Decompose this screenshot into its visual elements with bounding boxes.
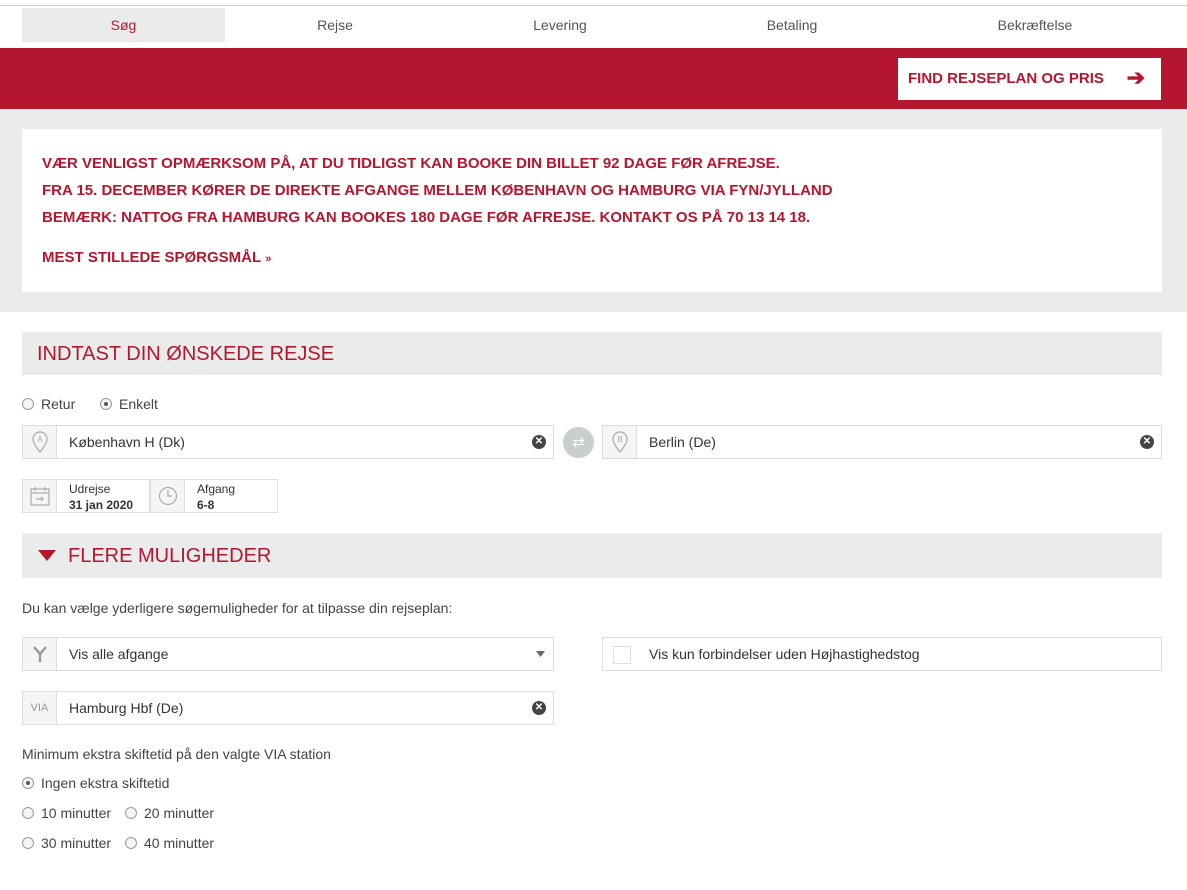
transfer-option-label: 40 minutter: [144, 835, 215, 851]
find-journey-label: FIND REJSEPLAN OG PRIS: [908, 70, 1104, 87]
progress-steps: Søg Rejse Levering Betaling Bekræftelse: [0, 6, 1187, 42]
radio-return[interactable]: [22, 398, 34, 410]
action-bar: FIND REJSEPLAN OG PRIS ➔: [0, 48, 1187, 109]
calendar-icon: [23, 480, 57, 512]
caret-down-icon: [38, 550, 56, 561]
notice-line: VÆR VENLIGST OPMÆRKSOM PÅ, AT DU TIDLIGS…: [42, 155, 780, 172]
transfer-option-label: 30 minutter: [41, 835, 112, 851]
step-confirmation[interactable]: Bekræftelse: [935, 8, 1135, 42]
radio-transfer-20[interactable]: [125, 807, 137, 819]
pin-a-letter: A: [37, 435, 43, 444]
faq-link[interactable]: MEST STILLEDE SPØRGSMÅL»: [42, 249, 271, 266]
swap-icon[interactable]: ⇄: [563, 427, 594, 458]
more-options-header[interactable]: FLERE MULIGHEDER: [22, 533, 1162, 578]
chevron-down-icon: [536, 651, 545, 657]
chevron-double-down-icon: »: [265, 253, 272, 265]
trip-type-return[interactable]: Retur: [22, 396, 75, 412]
no-highspeed-option[interactable]: Vis kun forbindelser uden Højhastighedst…: [602, 637, 1162, 671]
transfer-option-label: 20 minutter: [144, 805, 215, 821]
radio-transfer-none[interactable]: [22, 777, 34, 789]
transfer-title: Minimum ekstra skiftetid på den valgte V…: [22, 746, 331, 762]
route-icon: [23, 638, 57, 670]
step-journey[interactable]: Rejse: [235, 8, 435, 42]
pin-b-letter: B: [617, 435, 622, 444]
clear-icon[interactable]: ✕: [532, 701, 546, 715]
radio-single-label: Enkelt: [119, 396, 158, 412]
arrow-right-icon: ➔: [1126, 65, 1145, 90]
step-search[interactable]: Søg: [22, 8, 225, 42]
radio-transfer-40[interactable]: [125, 837, 137, 849]
date-value: 31 jan 2020: [69, 498, 134, 512]
transfer-option[interactable]: 10 minutter: [22, 805, 111, 821]
departures-select[interactable]: Vis alle afgange: [22, 637, 554, 671]
via-label: VIA: [23, 692, 57, 724]
transfer-option[interactable]: 30 minutter: [22, 835, 111, 851]
radio-transfer-10[interactable]: [22, 807, 34, 819]
journey-section-title: INDTAST DIN ØNSKEDE REJSE: [37, 343, 335, 365]
radio-single[interactable]: [100, 398, 112, 410]
more-options-title: FLERE MULIGHEDER: [68, 545, 272, 567]
from-station-value: København H (Dk): [69, 434, 185, 450]
from-station-field[interactable]: A København H (Dk) ✕: [22, 425, 554, 459]
radio-transfer-30[interactable]: [22, 837, 34, 849]
no-highspeed-checkbox[interactable]: [613, 646, 631, 664]
date-label: Udrejse: [69, 482, 111, 496]
via-station-field[interactable]: VIA Hamburg Hbf (De) ✕: [22, 691, 554, 725]
notice-line: FRA 15. DECEMBER KØRER DE DIREKTE AFGANG…: [42, 182, 833, 199]
trip-type-single[interactable]: Enkelt: [100, 396, 158, 412]
via-station-value: Hamburg Hbf (De): [69, 700, 184, 716]
transfer-option-label: 10 minutter: [41, 805, 112, 821]
transfer-option[interactable]: Ingen ekstra skiftetid: [22, 775, 169, 791]
no-highspeed-label: Vis kun forbindelser uden Højhastighedst…: [649, 646, 920, 662]
transfer-option-label: Ingen ekstra skiftetid: [41, 775, 170, 791]
departures-select-value: Vis alle afgange: [69, 646, 169, 662]
clock-icon: [151, 480, 185, 512]
time-label: Afgang: [197, 482, 236, 496]
step-payment[interactable]: Betaling: [692, 8, 892, 42]
pin-b-icon: B: [603, 426, 637, 458]
departure-date-field[interactable]: Udrejse 31 jan 2020: [22, 479, 150, 513]
radio-return-label: Retur: [41, 396, 76, 412]
notice-box: VÆR VENLIGST OPMÆRKSOM PÅ, AT DU TIDLIGS…: [22, 129, 1162, 292]
step-delivery[interactable]: Levering: [460, 8, 660, 42]
pin-a-icon: A: [23, 426, 57, 458]
find-journey-button[interactable]: FIND REJSEPLAN OG PRIS ➔: [898, 58, 1161, 100]
departure-time-field[interactable]: Afgang 6-8: [150, 479, 278, 513]
transfer-option[interactable]: 40 minutter: [125, 835, 214, 851]
faq-label: MEST STILLEDE SPØRGSMÅL: [42, 249, 262, 266]
to-station-field[interactable]: B Berlin (De) ✕: [602, 425, 1162, 459]
journey-section-header: INDTAST DIN ØNSKEDE REJSE: [22, 332, 1162, 375]
to-station-value: Berlin (De): [649, 434, 716, 450]
transfer-option[interactable]: 20 minutter: [125, 805, 214, 821]
clear-icon[interactable]: ✕: [1140, 435, 1154, 449]
notice-line: BEMÆRK: NATTOG FRA HAMBURG KAN BOOKES 18…: [42, 209, 811, 226]
more-options-description: Du kan vælge yderligere søgemuligheder f…: [22, 600, 453, 616]
time-value: 6-8: [197, 498, 215, 512]
notice-area: VÆR VENLIGST OPMÆRKSOM PÅ, AT DU TIDLIGS…: [0, 109, 1187, 312]
clear-icon[interactable]: ✕: [532, 435, 546, 449]
